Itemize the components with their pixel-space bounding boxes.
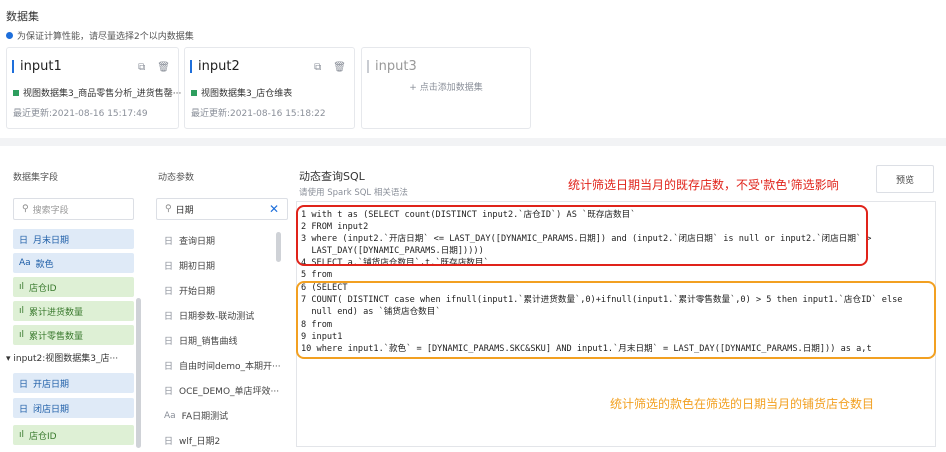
delete-icon[interactable]: 🗑 (157, 62, 170, 73)
dataset-tip: 为保证计算性能，请尽量选择2个以内数据集 (6, 29, 194, 42)
calendar-icon: 日 (164, 237, 174, 247)
param-label: FA日期测试 (181, 412, 229, 422)
dataset-card-input3[interactable]: input3 + 点击添加数据集 (361, 47, 531, 129)
search-icon: ⚲ (165, 204, 172, 214)
dataset-type-icon (191, 89, 197, 96)
field-label: 款色 (35, 259, 54, 270)
bar-chart-icon: ıl (19, 282, 25, 292)
section-divider (0, 138, 946, 146)
field-item[interactable]: 日开店日期 (13, 373, 134, 393)
calendar-icon: 日 (164, 437, 174, 447)
param-label: 查询日期 (179, 237, 216, 247)
dataset-updated: 最近更新:2021-08-16 15:17:49 (13, 109, 148, 119)
param-item[interactable]: 日期初日期 (164, 259, 215, 272)
calendar-icon: 日 (164, 337, 174, 347)
calendar-icon: 日 (164, 287, 174, 297)
bar-chart-icon: ıl (19, 330, 25, 340)
add-dataset-button[interactable]: + 点击添加数据集 (362, 80, 530, 93)
field-label: 店仓ID (29, 431, 57, 442)
dataset-card-input2[interactable]: input2 ⧉ 🗑 视图数据集3_店仓维表 最近更新:2021-08-16 1… (184, 47, 355, 129)
sql-subtitle: 请使用 Spark SQL 相关语法 (299, 188, 408, 198)
calendar-icon: 日 (164, 312, 174, 322)
param-label: 开始日期 (179, 287, 216, 297)
dataset-section-title: 数据集 (6, 10, 39, 23)
field-label: 累计零售数量 (29, 331, 84, 342)
param-label: 日期_销售曲线 (179, 337, 238, 347)
param-item[interactable]: Aa FA日期测试 (164, 409, 229, 423)
calendar-icon: 日 (19, 235, 29, 246)
param-search-input[interactable]: ⚲ 日期 ✕ (156, 198, 288, 220)
param-label: 自由时间demo_本期开··· (179, 362, 281, 372)
field-label: 店仓ID (29, 283, 57, 294)
text-type-icon: Aa (164, 410, 176, 421)
highlight-box-red (296, 205, 868, 266)
preview-button[interactable]: 预览 (876, 165, 934, 193)
param-label: 期初日期 (179, 262, 216, 272)
fields-panel-title: 数据集字段 (13, 173, 59, 183)
dataset-updated: 最近更新:2021-08-16 15:18:22 (191, 109, 326, 119)
field-label: 闭店日期 (33, 404, 70, 415)
field-item[interactable]: ıl 累计零售数量 (13, 325, 134, 345)
dataset-source: 视图数据集3_店仓维表 (201, 89, 293, 99)
dataset-tip-text: 为保证计算性能，请尽量选择2个以内数据集 (17, 32, 194, 42)
param-item[interactable]: 日 wlf_日期2 (164, 434, 220, 447)
fields-scrollbar[interactable] (136, 298, 141, 448)
calendar-icon: 日 (164, 262, 174, 272)
dataset-card-title: input3 (367, 60, 417, 73)
field-item[interactable]: ıl 店仓ID (13, 277, 134, 297)
calendar-icon: 日 (164, 362, 174, 372)
annotation-top: 统计筛选日期当月的既存店数，不受'款色'筛选影响 (568, 178, 839, 192)
delete-icon[interactable]: 🗑 (333, 62, 346, 73)
copy-icon[interactable]: ⧉ (314, 62, 321, 73)
copy-icon[interactable]: ⧉ (138, 62, 145, 73)
field-item[interactable]: ıl 店仓ID (13, 425, 134, 445)
bar-chart-icon: ıl (19, 430, 25, 440)
dataset-type-icon (13, 89, 19, 96)
param-label: wlf_日期2 (179, 437, 221, 447)
dataset-card-title: input2 (190, 60, 240, 73)
field-search-input[interactable]: ⚲ 搜索字段 (13, 198, 134, 220)
field-search-placeholder: 搜索字段 (32, 205, 69, 216)
dataset-card-input1[interactable]: input1 ⧉ 🗑 视图数据集3_商品零售分析_进货售罄··· 最近更新:20… (6, 47, 182, 129)
info-icon (6, 32, 13, 39)
bar-chart-icon: ıl (19, 306, 25, 316)
field-item[interactable]: ıl 累计进货数量 (13, 301, 134, 321)
param-search-value: 日期 (175, 205, 194, 216)
param-item[interactable]: 日开始日期 (164, 284, 215, 297)
annotation-bottom: 统计筛选的款色在筛选的日期当月的铺货店仓数目 (610, 397, 875, 411)
dataset-source: 视图数据集3_商品零售分析_进货售罄··· (23, 89, 182, 99)
params-panel-title: 动态参数 (158, 173, 195, 183)
param-item[interactable]: 日日期_销售曲线 (164, 334, 238, 347)
field-item[interactable]: 日月末日期 (13, 229, 134, 249)
param-label: 日期参数-联动测试 (179, 312, 255, 322)
dataset-tree-node[interactable]: ▾ input2:视图数据集3_店··· (6, 351, 118, 364)
param-label: OCE_DEMO_单店坪效··· (179, 387, 280, 397)
field-label: 月末日期 (33, 235, 70, 246)
calendar-icon: 日 (19, 379, 29, 390)
params-scrollbar[interactable] (276, 232, 281, 262)
field-label: 累计进货数量 (29, 307, 84, 318)
clear-icon[interactable]: ✕ (269, 202, 279, 216)
calendar-icon: 日 (164, 387, 174, 397)
field-label: 开店日期 (33, 379, 70, 390)
param-item[interactable]: 日 OCE_DEMO_单店坪效··· (164, 384, 279, 397)
sql-title: 动态查询SQL (299, 170, 365, 183)
param-item[interactable]: 日查询日期 (164, 234, 215, 247)
param-item[interactable]: 日自由时间demo_本期开··· (164, 359, 281, 372)
dataset-card-title: input1 (12, 60, 62, 73)
field-item[interactable]: Aa 款色 (13, 253, 134, 273)
param-item[interactable]: 日日期参数-联动测试 (164, 309, 254, 322)
highlight-box-orange (296, 281, 936, 359)
code-line: 5 from (301, 270, 333, 280)
field-item[interactable]: 日闭店日期 (13, 398, 134, 418)
search-icon: ⚲ (22, 204, 29, 214)
text-type-icon: Aa (19, 258, 31, 268)
calendar-icon: 日 (19, 404, 29, 415)
